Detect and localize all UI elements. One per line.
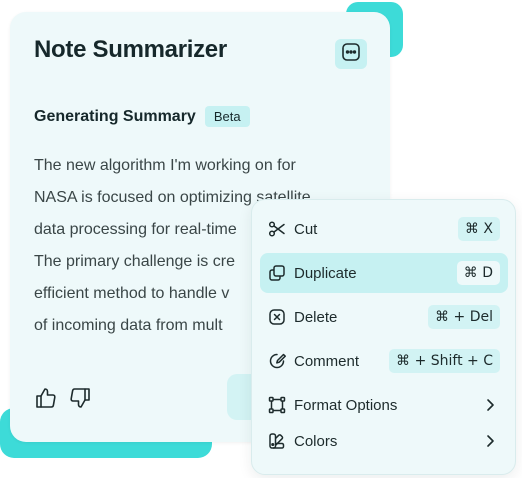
menu-item-label: Delete — [294, 308, 338, 326]
menu-item-colors[interactable]: Colors — [260, 421, 508, 461]
comment-edit-icon — [268, 352, 286, 370]
menu-item-duplicate[interactable]: Duplicate ⌘ D — [260, 253, 508, 293]
palette-icon — [268, 432, 286, 450]
more-options-button[interactable] — [335, 39, 367, 69]
summary-line: efficient method to handle v — [34, 285, 230, 302]
shortcut-badge: ⌘ D — [456, 261, 500, 285]
menu-item-label: Colors — [294, 432, 338, 450]
menu-item-cut[interactable]: Cut ⌘ X — [260, 209, 508, 249]
menu-item-label: Format Options — [294, 396, 398, 414]
card-title: Note Summarizer — [34, 36, 227, 63]
summary-line: The new algorithm I'm working on for — [34, 157, 296, 174]
feedback-buttons — [34, 386, 92, 410]
menu-item-format-options[interactable]: Format Options — [260, 385, 508, 425]
shortcut-badge: ⌘ + Shift + C — [389, 349, 500, 373]
summary-line: of incoming data from mult — [34, 317, 223, 334]
format-options-icon — [268, 396, 286, 414]
shortcut-badge: ⌘ X — [457, 217, 500, 241]
summary-status-label: Generating Summary — [34, 107, 196, 125]
menu-item-comment[interactable]: Comment ⌘ + Shift + C — [260, 341, 508, 381]
shortcut-badge: ⌘ + Del — [428, 305, 500, 329]
thumbs-down-icon[interactable] — [68, 386, 92, 410]
menu-item-label: Comment — [294, 352, 360, 370]
more-horizontal-icon — [341, 42, 361, 67]
summary-line: data processing for real-time — [34, 221, 237, 238]
menu-item-label: Duplicate — [294, 264, 357, 282]
chevron-right-icon — [482, 433, 498, 449]
menu-item-label: Cut — [294, 220, 318, 238]
context-menu: Cut ⌘ X Duplicate ⌘ D Delete ⌘ + Del Com… — [251, 199, 516, 475]
summary-line: The primary challenge is cre — [34, 253, 235, 270]
beta-badge: Beta — [204, 106, 250, 127]
copy-icon — [268, 264, 286, 282]
thumbs-up-icon[interactable] — [34, 386, 58, 410]
summary-status-row: Generating Summary Beta — [34, 106, 250, 127]
menu-item-delete[interactable]: Delete ⌘ + Del — [260, 297, 508, 337]
chevron-right-icon — [482, 397, 498, 413]
x-circle-icon — [268, 308, 286, 326]
scissors-icon — [268, 220, 286, 238]
